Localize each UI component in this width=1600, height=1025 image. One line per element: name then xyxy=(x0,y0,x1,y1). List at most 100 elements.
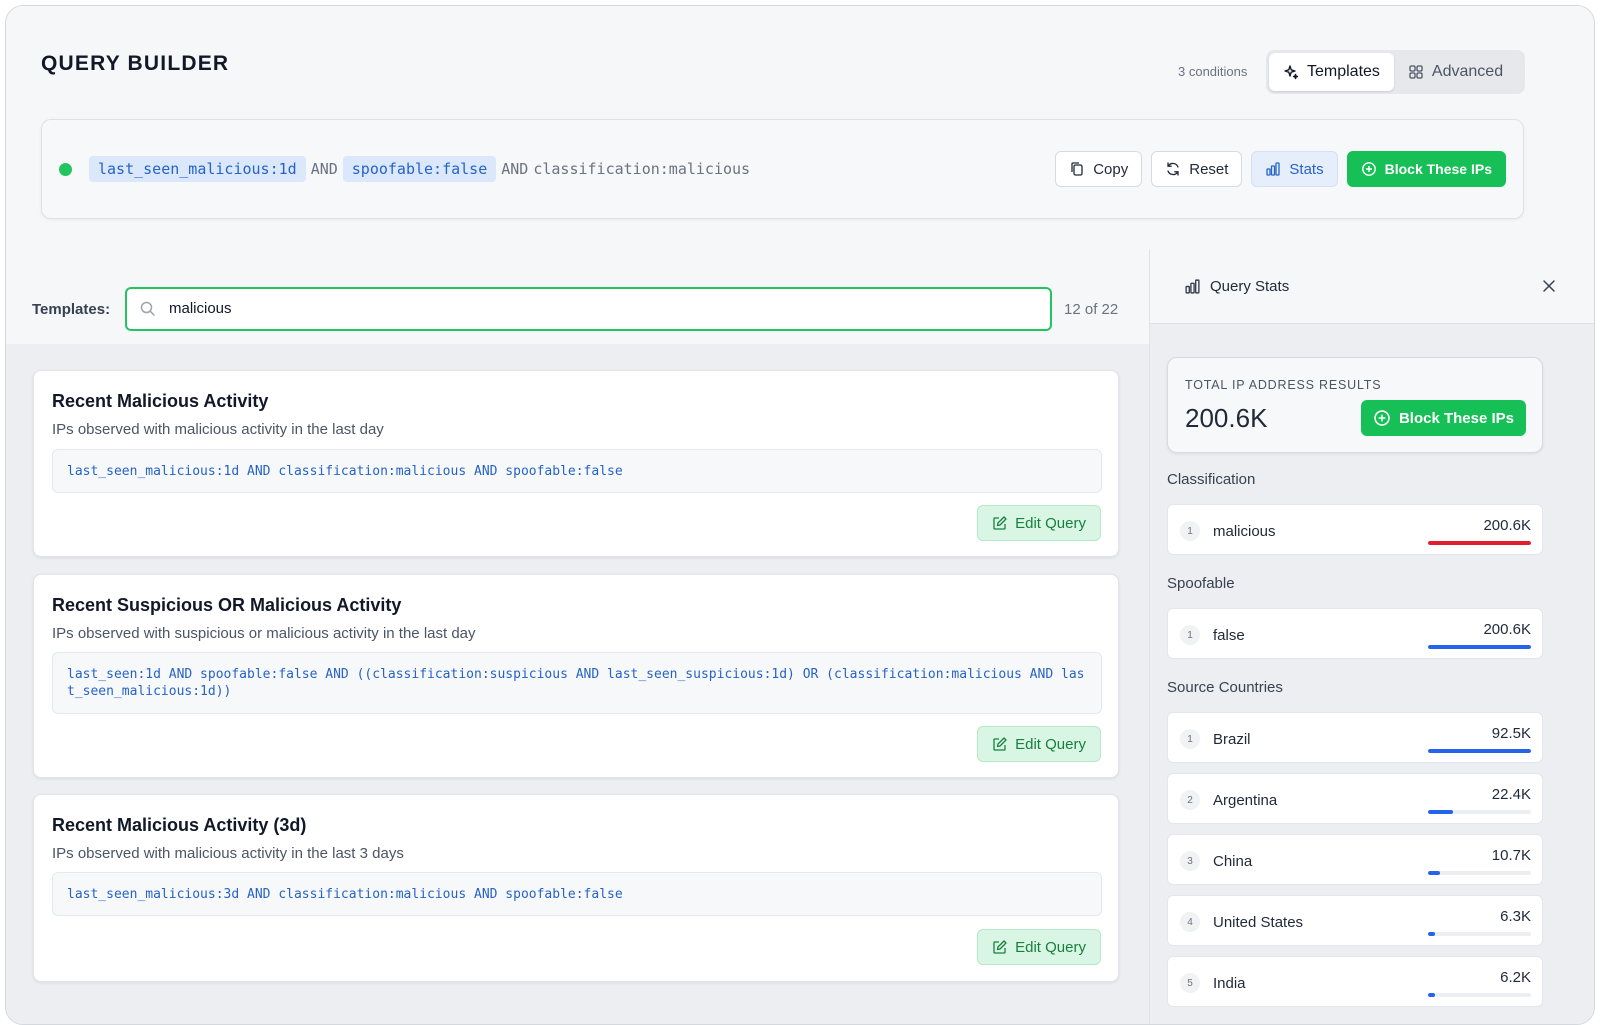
templates-panel: Templates: 12 of 22 Recent Malicious Act… xyxy=(6,249,1149,1024)
stat-value: 6.3K xyxy=(1500,908,1531,925)
template-title: Recent Suspicious OR Malicious Activity xyxy=(52,595,402,615)
stat-value: 200.6K xyxy=(1483,517,1531,534)
stat-bar-fill xyxy=(1428,541,1531,545)
rank-badge: 1 xyxy=(1180,625,1200,645)
stat-bar-track xyxy=(1428,932,1531,936)
edit-query-label: Edit Query xyxy=(1015,735,1086,753)
reset-button[interactable]: Reset xyxy=(1151,151,1243,187)
bar-chart-icon xyxy=(1266,162,1281,176)
block-ips-button[interactable]: Block These IPs xyxy=(1346,151,1506,187)
classification-section-title: Classification xyxy=(1167,471,1256,488)
query-operator: AND xyxy=(501,160,529,178)
rank-badge: 1 xyxy=(1180,521,1200,541)
templates-search-row: Templates: 12 of 22 xyxy=(6,249,1149,344)
rank-badge: 3 xyxy=(1180,851,1200,871)
stat-row[interactable]: 1 malicious 200.6K xyxy=(1167,504,1543,555)
stat-row[interactable]: 5 India 6.2K xyxy=(1167,956,1543,1007)
stat-value: 6.2K xyxy=(1500,969,1531,986)
template-title: Recent Malicious Activity xyxy=(52,391,269,411)
template-description: IPs observed with suspicious or maliciou… xyxy=(52,625,476,642)
rank-badge: 4 xyxy=(1180,912,1200,932)
template-card: Recent Malicious Activity (3d) IPs obser… xyxy=(33,794,1119,982)
query-stats-panel: Query Stats TOTAL IP ADDRESS RESULTS 200… xyxy=(1149,249,1594,1024)
sparkles-icon xyxy=(1284,65,1299,80)
header: QUERY BUILDER 3 conditions Templates Adv… xyxy=(6,6,1594,249)
stat-label: United States xyxy=(1213,914,1304,931)
stat-label: India xyxy=(1213,975,1246,992)
templates-search-input[interactable] xyxy=(169,300,1019,317)
stats-panel-header: Query Stats xyxy=(1150,249,1594,324)
stat-label: malicious xyxy=(1213,523,1276,540)
stat-bar-fill xyxy=(1428,749,1531,753)
grid-icon xyxy=(1409,65,1423,79)
copy-button[interactable]: Copy xyxy=(1055,151,1143,187)
edit-query-button[interactable]: Edit Query xyxy=(977,929,1101,965)
stat-row[interactable]: 3 China 10.7K xyxy=(1167,834,1543,885)
edit-icon xyxy=(993,940,1007,954)
query-token[interactable]: spoofable:false xyxy=(342,156,497,182)
tab-templates-label: Templates xyxy=(1307,63,1380,80)
stat-bar-fill xyxy=(1428,871,1441,875)
stat-value: 10.7K xyxy=(1491,847,1531,864)
close-icon[interactable] xyxy=(1541,278,1557,294)
stat-bar-track xyxy=(1428,645,1531,649)
templates-search-box[interactable] xyxy=(125,287,1052,331)
edit-query-label: Edit Query xyxy=(1015,938,1086,956)
app-window: QUERY BUILDER 3 conditions Templates Adv… xyxy=(5,5,1595,1025)
template-card: Recent Malicious Activity IPs observed w… xyxy=(33,370,1119,557)
stat-label: false xyxy=(1213,627,1245,644)
spoofable-section-title: Spoofable xyxy=(1167,575,1235,592)
query-bar: last_seen_malicious:1d AND spoofable:fal… xyxy=(41,119,1524,219)
stat-row[interactable]: 4 United States 6.3K xyxy=(1167,895,1543,946)
stat-value: 22.4K xyxy=(1491,786,1531,803)
query-token[interactable]: classification:malicious xyxy=(533,160,750,178)
copy-icon xyxy=(1071,162,1083,176)
countries-section-title: Source Countries xyxy=(1167,679,1283,696)
stat-label: China xyxy=(1213,853,1253,870)
edit-query-button[interactable]: Edit Query xyxy=(977,505,1101,541)
status-indicator xyxy=(59,163,72,176)
rank-badge: 2 xyxy=(1180,790,1200,810)
stat-bar-track xyxy=(1428,993,1531,997)
stats-button[interactable]: Stats xyxy=(1251,151,1338,187)
block-ips-button[interactable]: Block These IPs xyxy=(1360,400,1526,436)
stat-bar-fill xyxy=(1428,932,1436,936)
templates-label: Templates: xyxy=(32,301,111,318)
stat-bar-track xyxy=(1428,541,1531,545)
stat-bar-track xyxy=(1428,749,1531,753)
search-icon xyxy=(140,301,155,316)
stats-panel-title: Query Stats xyxy=(1210,278,1290,295)
tab-advanced[interactable]: Advanced xyxy=(1394,53,1517,91)
block-ips-button-label: Block These IPs xyxy=(1398,409,1514,427)
stat-bar-fill xyxy=(1428,810,1453,814)
template-query: last_seen_malicious:3d AND classificatio… xyxy=(52,872,1102,916)
template-description: IPs observed with malicious activity in … xyxy=(52,421,384,438)
templates-result-count: 12 of 22 xyxy=(1064,301,1119,318)
stat-row[interactable]: 1 Brazil 92.5K xyxy=(1167,712,1543,763)
query-operator: AND xyxy=(310,160,338,178)
template-card: Recent Suspicious OR Malicious Activity … xyxy=(33,574,1119,778)
total-results-card: TOTAL IP ADDRESS RESULTS 200.6K Block Th… xyxy=(1167,357,1543,453)
total-results-value: 200.6K xyxy=(1185,403,1268,433)
query-expression[interactable]: last_seen_malicious:1d AND spoofable:fal… xyxy=(89,156,750,182)
stat-bar-track xyxy=(1428,871,1531,875)
edit-query-label: Edit Query xyxy=(1015,514,1086,532)
template-query: last_seen:1d AND spoofable:false AND ((c… xyxy=(52,652,1102,714)
query-token[interactable]: last_seen_malicious:1d xyxy=(89,156,306,182)
bar-chart-icon xyxy=(1185,279,1200,294)
copy-button-label: Copy xyxy=(1093,160,1129,178)
edit-query-button[interactable]: Edit Query xyxy=(977,726,1101,762)
stat-label: Brazil xyxy=(1213,731,1251,748)
stat-row[interactable]: 2 Argentina 22.4K xyxy=(1167,773,1543,824)
stat-row[interactable]: 1 false 200.6K xyxy=(1167,608,1543,659)
rank-badge: 5 xyxy=(1180,973,1200,993)
tab-templates[interactable]: Templates xyxy=(1269,53,1394,91)
reset-button-label: Reset xyxy=(1189,160,1229,178)
stat-bar-track xyxy=(1428,810,1531,814)
refresh-icon xyxy=(1167,162,1179,176)
edit-icon xyxy=(993,737,1007,751)
plus-circle-icon xyxy=(1374,410,1390,426)
edit-icon xyxy=(993,516,1007,530)
stat-label: Argentina xyxy=(1213,792,1278,809)
mode-toggle: Templates Advanced xyxy=(1266,50,1525,94)
